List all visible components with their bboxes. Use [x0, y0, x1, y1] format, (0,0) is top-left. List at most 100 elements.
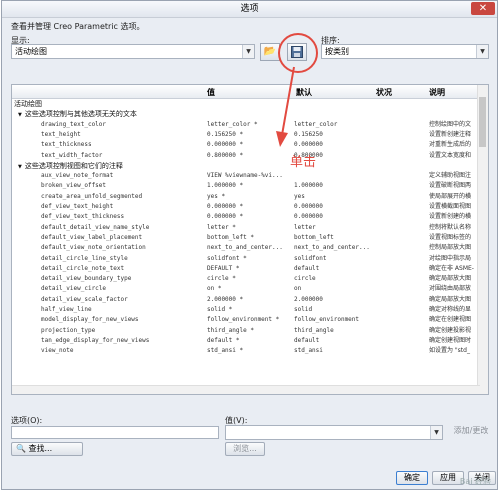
table-row[interactable]: drawing_text_color letter_color * letter_c… [12, 120, 480, 130]
open-file-button[interactable]: 📂 [260, 43, 280, 61]
option-name-cell: model_display_for_new_views [41, 316, 139, 324]
option-desc-cell: 设置破断视图两 [429, 182, 472, 190]
scrollbar-thumb[interactable] [479, 97, 486, 147]
table-row[interactable]: text_thickness 0.000000 * 0.000000 对重新生成后的 [12, 140, 480, 150]
option-value-cell: follow_environment * [207, 316, 280, 324]
col-header-desc[interactable]: 说明 [429, 87, 445, 98]
option-desc-cell: 对围绕由局部放 [429, 285, 472, 293]
option-name-cell: half_view_line [41, 306, 92, 313]
annotation-arrow [276, 66, 295, 147]
chevron-down-icon: ▼ [476, 45, 488, 58]
option-desc-cell: 确定局部放大图 [429, 295, 472, 303]
category-row[interactable]: ▼ 这些选项控制与其他选项无关的文本 [12, 109, 480, 119]
ok-button[interactable]: 确定 [396, 471, 428, 485]
table-row[interactable]: default_view_label_placement bottom_left … [12, 233, 480, 243]
table-row[interactable]: detail_view_boundary_type circle * circle 确… [12, 274, 480, 284]
option-default-cell: bottom_left [294, 233, 334, 241]
table-row[interactable]: detail_view_scale_factor 2.000000 * 2.0000… [12, 295, 480, 305]
search-icon: 🔍 [16, 444, 26, 453]
table-row[interactable]: projection_type third_angle * third_angle 确… [12, 326, 480, 336]
table-row[interactable]: aux_view_note_format VIEW %viewname-%vi..… [12, 171, 480, 181]
option-desc-cell: 设置文本宽度和 [429, 151, 472, 159]
option-value-cell: VIEW %viewname-%vi... [207, 172, 283, 180]
option-value-cell: third_angle * [207, 326, 254, 334]
table-row[interactable]: create_area_unfold_segmented yes * yes 使局部展… [12, 192, 480, 202]
expand-triangle-icon[interactable]: ▼ [18, 112, 22, 118]
col-header-value[interactable]: 值 [207, 87, 215, 98]
option-default-cell: next_to_and_center... [294, 244, 370, 252]
option-name-cell: detail_view_circle [41, 285, 107, 293]
find-button[interactable]: 🔍 查找... [11, 442, 83, 456]
col-header-status[interactable]: 状况 [376, 87, 392, 98]
table-row[interactable]: detail_circle_note_text DEFAULT * default 确… [12, 264, 480, 274]
option-name-cell: broken_view_offset [41, 182, 107, 190]
option-value-cell: 1.000000 * [207, 182, 244, 190]
table-row[interactable]: text_width_factor 0.800000 * 0.800000 设置文本宽… [12, 151, 480, 161]
option-desc-cell: 确定在创建视图 [429, 316, 472, 324]
chevron-down-icon: ▼ [242, 45, 254, 58]
table-row[interactable]: default_view_note_orientation next_to_and… [12, 243, 480, 253]
table-row[interactable]: def_view_text_thickness 0.000000 * 0.00000… [12, 212, 480, 222]
option-desc-cell: 对重新生成后的 [429, 141, 472, 149]
table-row[interactable]: half_view_line solid * solid 确定对称线的显 [12, 305, 480, 315]
option-default-cell: 0.000000 [294, 141, 323, 149]
option-value-cell: solid * [207, 306, 233, 313]
option-name-cell: text_thickness [41, 141, 92, 149]
option-name-cell: def_view_text_thickness [41, 213, 125, 221]
option-default-cell: 0.000000 [294, 203, 323, 210]
option-name-cell: tan_edge_display_for_new_views [41, 336, 150, 344]
category-row[interactable]: ▼ 这些选项控制视图和它们的注释 [12, 161, 480, 171]
browse-button[interactable]: 浏览... [225, 442, 265, 456]
option-desc-cell: 控制局部放大图 [429, 244, 472, 252]
option-value-cell: on * [207, 285, 222, 293]
window-close-button[interactable]: ✕ [471, 2, 495, 15]
option-name-cell: detail_view_boundary_type [41, 275, 132, 283]
category-row[interactable]: 活动绘图 [12, 99, 480, 109]
option-desc-cell: 确定创建视图时 [429, 336, 472, 344]
option-name-cell: projection_type [41, 326, 96, 334]
option-desc-cell: 对绘图中指示局 [429, 254, 472, 262]
table-row[interactable]: tan_edge_display_for_new_views default * d… [12, 336, 480, 346]
table-row[interactable]: text_height 0.156250 * 0.156250 设置新创建注释 [12, 130, 480, 140]
add-change-button[interactable]: 添加/更改 [447, 425, 495, 439]
option-desc-cell: 设置视图标签的 [429, 233, 472, 241]
table-row[interactable]: view_note std_ansi * std_ansi 如设置为 "std_ [12, 346, 480, 356]
option-name-cell: text_height [41, 130, 81, 138]
annotation-text: 单击 [290, 155, 317, 170]
table-row[interactable]: def_view_text_height 0.000000 * 0.000000 设置… [12, 202, 480, 212]
horizontal-scrollbar[interactable] [12, 385, 480, 394]
option-name-cell: aux_view_note_format [41, 172, 114, 180]
table-row[interactable]: detail_view_circle on * on 对围绕由局部放 [12, 284, 480, 294]
option-desc-cell: 设置新创建注释 [429, 130, 472, 138]
option-value-cell: letter * [207, 223, 236, 231]
option-value-cell: std_ansi * [207, 347, 244, 355]
dialog-subtitle: 查看并管理 Creo Parametric 选项。 [11, 22, 145, 31]
grid-header: 值 默认 状况 说明 [12, 85, 488, 99]
option-default-cell: std_ansi [294, 347, 323, 355]
option-name-cell: detail_circle_note_text [41, 264, 125, 272]
value-select[interactable]: ▼ [225, 425, 443, 440]
option-value-cell: bottom_left * [207, 233, 254, 241]
options-grid[interactable]: 值 默认 状况 说明 活动绘图 ▼ 这些选项控制与其他选项无关的文本 drawing_… [11, 84, 489, 395]
expand-triangle-icon[interactable]: ▼ [18, 164, 22, 170]
option-name-cell: create_area_unfold_segmented [41, 192, 143, 200]
table-row[interactable]: model_display_for_new_views follow_enviro… [12, 315, 480, 325]
sort-select[interactable]: 按类别 ▼ [321, 44, 489, 59]
option-default-cell: solid [294, 306, 313, 313]
vertical-scrollbar[interactable] [477, 85, 488, 394]
show-select[interactable]: 活动绘图 ▼ [11, 44, 255, 59]
option-desc-cell: 确定对称线的显 [429, 306, 472, 313]
table-row[interactable]: broken_view_offset 1.000000 * 1.000000 设置破断… [12, 181, 480, 191]
option-name-cell: default_detail_view_name_style [41, 223, 150, 231]
option-default-cell: on [294, 285, 302, 293]
option-input[interactable] [11, 426, 219, 439]
option-desc-cell: 确定创建投影视 [429, 326, 472, 334]
option-value-cell: solidfont * [207, 254, 247, 262]
option-name-cell: view_note [41, 347, 74, 355]
category-label: 这些选项控制视图和它们的注释 [24, 161, 123, 170]
table-row[interactable]: detail_circle_line_style solidfont * solid… [12, 254, 480, 264]
option-name-cell: default_view_note_orientation [41, 244, 146, 252]
show-select-value: 活动绘图 [15, 47, 47, 56]
option-desc-cell: 设置横截面视图 [429, 203, 472, 210]
table-row[interactable]: default_detail_view_name_style letter * le… [12, 223, 480, 233]
